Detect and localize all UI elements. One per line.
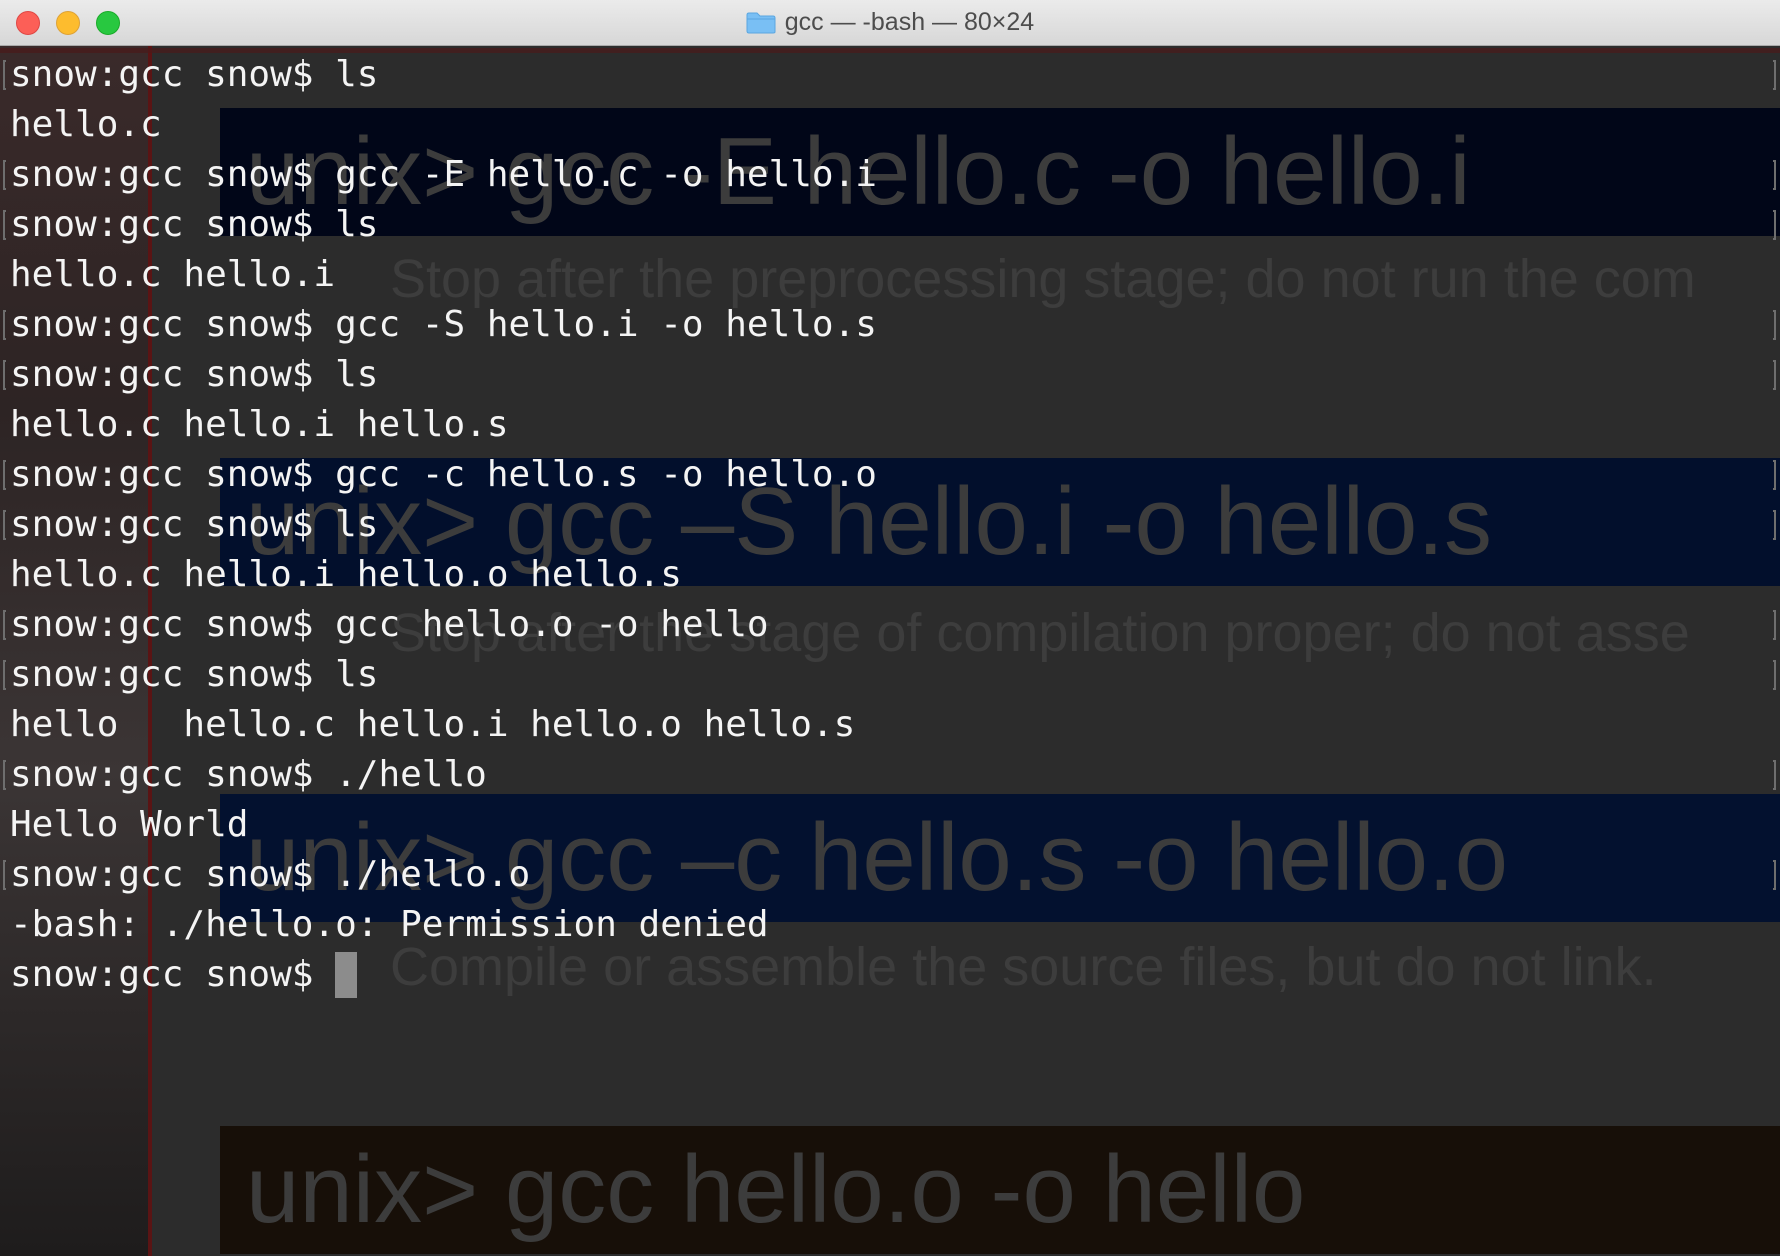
line-mark-right (1773, 760, 1776, 790)
terminal-line-text: snow:gcc snow$ gcc -E hello.c -o hello.i (10, 154, 877, 195)
line-mark-right (1773, 160, 1776, 190)
folder-icon (746, 12, 776, 33)
window-title-text: gcc — -bash — 80×24 (784, 8, 1035, 36)
terminal-prompt-line: snow:gcc snow$ ls (3, 50, 1776, 100)
terminal-line-text: hello.c hello.i (10, 254, 336, 295)
terminal-line-text: hello.c hello.i hello.s (10, 404, 509, 445)
terminal-line-text: snow:gcc snow$ ls (10, 204, 379, 245)
line-mark-right (1773, 610, 1776, 640)
terminal-window: gcc — -bash — 80×24 unix> gcc -E hello.c… (0, 0, 1780, 1256)
terminal-output-line: hello hello.c hello.i hello.o hello.s (10, 700, 1770, 750)
line-mark-right (1773, 860, 1776, 890)
terminal-line-text: snow:gcc snow$ ls (10, 654, 379, 695)
terminal-output-line: hello.c hello.i (10, 250, 1770, 300)
terminal-prompt-line: snow:gcc snow$ gcc hello.o -o hello (3, 600, 1776, 650)
terminal-output-line: hello.c hello.i hello.o hello.s (10, 550, 1770, 600)
terminal-line-text: hello.c (10, 104, 162, 145)
terminal-prompt-line: snow:gcc snow$ ls (3, 500, 1776, 550)
line-mark-right (1773, 60, 1776, 90)
background-command-band: unix> gcc hello.o -o hello (220, 1126, 1780, 1254)
terminal-prompt-line: snow:gcc snow$ ls (3, 200, 1776, 250)
terminal-prompt-line: snow:gcc snow$ gcc -E hello.c -o hello.i (3, 150, 1776, 200)
terminal-line-text: snow:gcc snow$ ./hello (10, 754, 487, 795)
line-mark-left (3, 610, 6, 640)
terminal-line-text: Hello World (10, 804, 249, 845)
terminal-line-text: snow:gcc snow$ gcc -c hello.s -o hello.o (10, 454, 877, 495)
terminal-prompt-line: snow:gcc snow$ gcc -c hello.s -o hello.o (3, 450, 1776, 500)
terminal-line-text: hello.c hello.i hello.o hello.s (10, 554, 682, 595)
terminal-line-text: snow:gcc snow$ ./hello.o (10, 854, 531, 895)
terminal-output[interactable]: snow:gcc snow$ ls hello.c snow:gcc snow$… (3, 50, 1776, 1000)
line-mark-right (1773, 360, 1776, 390)
terminal-line-text: snow:gcc snow$ ls (10, 354, 379, 395)
line-mark-right (1773, 210, 1776, 240)
terminal-current-prompt[interactable]: snow:gcc snow$ (10, 950, 1770, 1000)
line-mark-right (1773, 460, 1776, 490)
line-mark-left (3, 310, 6, 340)
terminal-prompt-line: snow:gcc snow$ ./hello.o (3, 850, 1776, 900)
terminal-line-text: snow:gcc snow$ ls (10, 54, 379, 95)
line-mark-left (3, 510, 6, 540)
terminal-output-line: -bash: ./hello.o: Permission denied (10, 900, 1770, 950)
terminal-body[interactable]: unix> gcc -E hello.c -o hello.i Stop aft… (0, 46, 1780, 1256)
line-mark-left (3, 60, 6, 90)
line-mark-left (3, 360, 6, 390)
terminal-prompt-line: snow:gcc snow$ ./hello (3, 750, 1776, 800)
terminal-prompt-line: snow:gcc snow$ gcc -S hello.i -o hello.s (3, 300, 1776, 350)
line-mark-right (1773, 510, 1776, 540)
terminal-output-line: Hello World (10, 800, 1770, 850)
line-mark-right (1773, 660, 1776, 690)
window-title: gcc — -bash — 80×24 (0, 0, 1780, 45)
terminal-line-text: hello hello.c hello.i hello.o hello.s (10, 704, 856, 745)
line-mark-left (3, 460, 6, 490)
line-mark-left (3, 660, 6, 690)
terminal-output-line: hello.c (10, 100, 1770, 150)
line-mark-right (1773, 310, 1776, 340)
line-mark-left (3, 860, 6, 890)
terminal-prompt-text: snow:gcc snow$ (10, 954, 336, 995)
terminal-line-text: snow:gcc snow$ gcc hello.o -o hello (10, 604, 769, 645)
title-bar[interactable]: gcc — -bash — 80×24 (0, 0, 1780, 46)
line-mark-left (3, 160, 6, 190)
terminal-line-text: snow:gcc snow$ ls (10, 504, 379, 545)
terminal-output-line: hello.c hello.i hello.s (10, 400, 1770, 450)
terminal-line-text: -bash: ./hello.o: Permission denied (10, 904, 769, 945)
terminal-line-text: snow:gcc snow$ gcc -S hello.i -o hello.s (10, 304, 877, 345)
terminal-prompt-line: snow:gcc snow$ ls (3, 650, 1776, 700)
terminal-prompt-line: snow:gcc snow$ ls (3, 350, 1776, 400)
line-mark-left (3, 760, 6, 790)
line-mark-left (3, 210, 6, 240)
terminal-cursor (335, 952, 358, 998)
